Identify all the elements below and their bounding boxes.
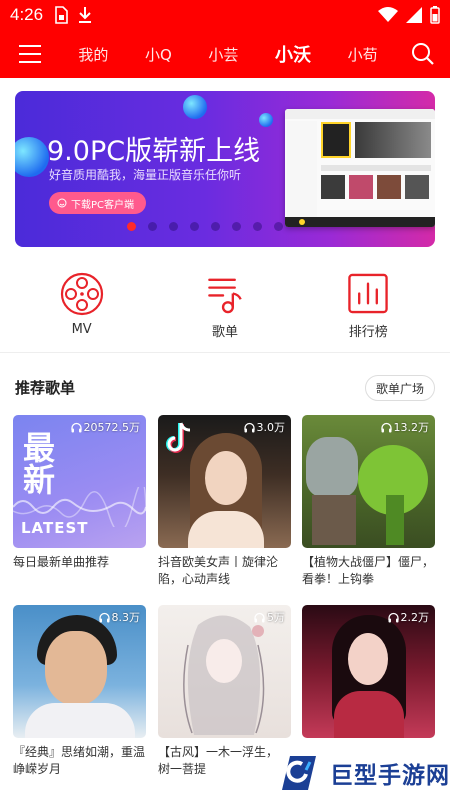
play-count-value: 2.2万 bbox=[400, 611, 430, 624]
download-pc-client-label: 下载PC客户端 bbox=[71, 199, 135, 211]
music-list-icon bbox=[208, 278, 242, 314]
headphones-icon bbox=[98, 612, 110, 622]
watermark-text: 巨型手游网 bbox=[330, 762, 450, 789]
banner-dot[interactable] bbox=[211, 222, 220, 231]
search-icon bbox=[412, 43, 434, 65]
promo-banner[interactable]: 9.0PC版崭新上线 好音质用酷我，海量正版音乐任你听 下载PC客户端 bbox=[15, 91, 435, 247]
banner-dot[interactable] bbox=[148, 222, 157, 231]
portrait-face bbox=[45, 631, 107, 705]
recommended-playlists-title: 推荐歌单 bbox=[15, 379, 76, 397]
section-divider bbox=[0, 352, 450, 353]
play-count: 8.3万 bbox=[98, 609, 141, 625]
portrait-body bbox=[334, 691, 404, 738]
playlist-cover: 3.0万 bbox=[158, 415, 291, 548]
playlist-card[interactable]: 13.2万 【植物大战僵尸】僵尸，看拳！上钩拳 bbox=[302, 415, 435, 588]
download-icon bbox=[79, 7, 92, 23]
playlist-title: 每日最新单曲推荐 bbox=[13, 555, 110, 569]
tab-xiao-gou[interactable]: 小苟 bbox=[348, 44, 378, 65]
shortcut-chart-label: 排行榜 bbox=[348, 325, 388, 340]
play-count: 2.2万 bbox=[387, 609, 430, 625]
smile-icon bbox=[57, 198, 67, 208]
plant-figure bbox=[386, 495, 404, 545]
play-count-value: 5万 bbox=[267, 611, 285, 624]
site-watermark: 巨型手游网 bbox=[272, 745, 450, 800]
play-count-value: 20572.5万 bbox=[83, 421, 141, 434]
zombie-figure bbox=[312, 495, 356, 545]
portrait-body bbox=[25, 703, 135, 738]
battery-icon bbox=[430, 6, 440, 24]
play-count-value: 3.0万 bbox=[256, 421, 286, 434]
banner-dot[interactable] bbox=[232, 222, 241, 231]
zombie-figure bbox=[306, 437, 358, 497]
playlist-plaza-button[interactable]: 歌单广场 bbox=[364, 375, 435, 401]
shortcut-playlist-label: 歌单 bbox=[211, 325, 238, 340]
playlist-cover: 8.3万 bbox=[13, 605, 146, 738]
menu-button[interactable] bbox=[0, 44, 60, 64]
headphones-icon bbox=[243, 422, 255, 432]
chart-bars-icon bbox=[348, 273, 389, 314]
portrait-face bbox=[348, 633, 388, 685]
playlist-card[interactable]: 最 新 LATEST 20572.5万 每日最新单曲推荐 bbox=[13, 415, 146, 588]
search-button[interactable] bbox=[396, 42, 450, 66]
play-count: 3.0万 bbox=[243, 419, 286, 435]
sim-card-icon bbox=[55, 6, 68, 24]
shortcut-playlist[interactable]: 歌单 bbox=[180, 272, 270, 340]
nav-tabs: 我的 小Q 小芸 小沃 小苟 bbox=[60, 41, 396, 67]
banner-dot[interactable] bbox=[274, 222, 283, 231]
signal-icon bbox=[406, 7, 422, 23]
shortcut-row: MV 歌单 排行榜 bbox=[0, 272, 450, 340]
wifi-icon bbox=[378, 7, 398, 22]
shortcut-mv-label: MV bbox=[71, 322, 92, 337]
playlist-cover: 最 新 LATEST 20572.5万 bbox=[13, 415, 146, 548]
download-pc-client-button[interactable]: 下载PC客户端 bbox=[49, 192, 147, 214]
banner-subtitle: 好音质用酷我，海量正版音乐任你听 bbox=[49, 168, 242, 182]
portrait-face bbox=[205, 451, 247, 505]
pc-app-screenshot bbox=[285, 109, 435, 227]
playlist-title: 抖音欧美女声丨旋律沦陷，心动声线 bbox=[158, 555, 279, 586]
shortcut-mv[interactable]: MV bbox=[37, 272, 127, 340]
banner-dot[interactable] bbox=[190, 222, 199, 231]
playlist-card[interactable]: 8.3万 『经典』思绪如潮，重温峥嵘岁月 bbox=[13, 605, 146, 778]
decorative-orb bbox=[259, 113, 273, 127]
decorative-orb bbox=[183, 95, 207, 119]
cover-text: LATEST bbox=[21, 519, 89, 537]
film-reel-icon bbox=[60, 272, 103, 316]
play-count-value: 13.2万 bbox=[393, 421, 430, 434]
status-time: 4:26 bbox=[10, 5, 44, 24]
play-count-value: 8.3万 bbox=[111, 611, 141, 624]
play-count: 20572.5万 bbox=[70, 419, 141, 435]
watermark-logo-icon bbox=[282, 755, 316, 790]
headphones-icon bbox=[387, 612, 399, 622]
headphones-icon bbox=[380, 422, 392, 432]
playlist-title: 『经典』思绪如潮，重温峥嵘岁月 bbox=[13, 745, 146, 776]
tab-xiao-q[interactable]: 小Q bbox=[145, 44, 172, 65]
tab-xiao-wo[interactable]: 小沃 bbox=[275, 41, 311, 67]
tiktok-logo bbox=[166, 422, 191, 453]
headphones-icon bbox=[70, 422, 82, 432]
playlist-card[interactable]: 3.0万 抖音欧美女声丨旋律沦陷，心动声线 bbox=[158, 415, 291, 588]
tab-mine[interactable]: 我的 bbox=[78, 44, 108, 65]
play-count: 13.2万 bbox=[380, 419, 430, 435]
portrait-body bbox=[188, 511, 264, 548]
playlist-title: 【植物大战僵尸】僵尸，看拳！上钩拳 bbox=[302, 555, 435, 586]
shortcut-chart[interactable]: 排行榜 bbox=[323, 272, 413, 340]
play-count: 5万 bbox=[254, 609, 285, 625]
playlist-cover: 5万 bbox=[158, 605, 291, 738]
headphones-icon bbox=[254, 612, 265, 622]
playlist-cover: 2.2万 bbox=[302, 605, 435, 738]
banner-pagination bbox=[15, 222, 435, 231]
banner-dot[interactable] bbox=[169, 222, 178, 231]
decorative-orb bbox=[15, 137, 49, 177]
hamburger-menu-icon bbox=[19, 45, 41, 63]
top-nav-bar: 我的 小Q 小芸 小沃 小苟 bbox=[0, 30, 450, 78]
playlist-cover: 13.2万 bbox=[302, 415, 435, 548]
banner-dot[interactable] bbox=[127, 222, 136, 231]
banner-title: 9.0PC版崭新上线 bbox=[47, 136, 261, 167]
banner-dot[interactable] bbox=[253, 222, 262, 231]
tab-xiao-yun[interactable]: 小芸 bbox=[208, 44, 238, 65]
status-bar: 4:26 bbox=[0, 0, 450, 30]
